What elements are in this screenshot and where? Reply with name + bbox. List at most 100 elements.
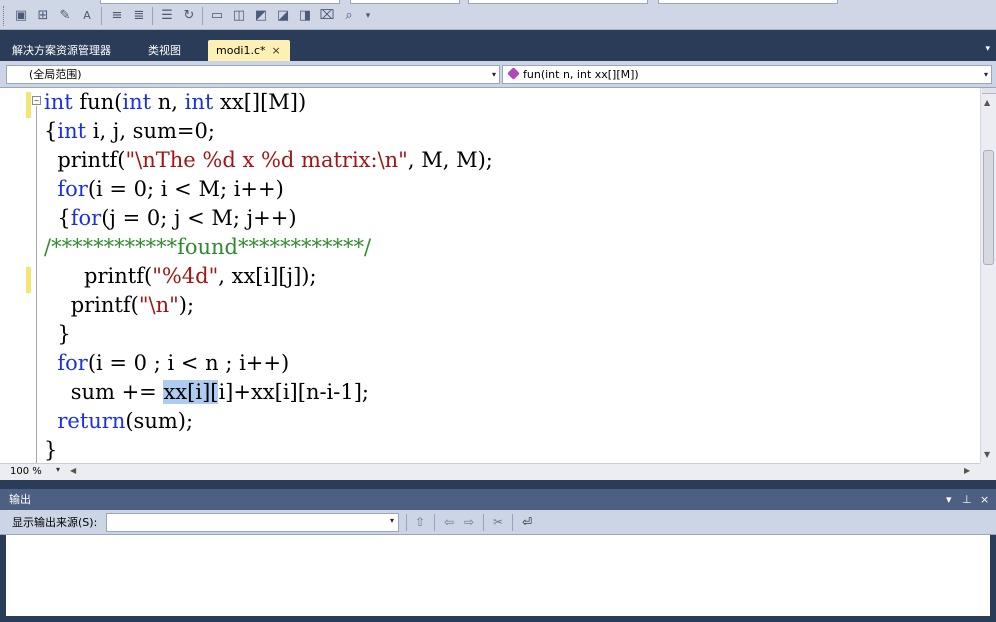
chevron-down-icon[interactable]: ▾ bbox=[492, 66, 496, 83]
prev-message-icon[interactable]: ⇦ bbox=[440, 514, 458, 531]
output-title: 输出 bbox=[9, 493, 31, 506]
clear-all-icon[interactable]: ✂ bbox=[489, 514, 507, 531]
tab-label: modi1.c* bbox=[216, 44, 266, 57]
toolbar-separator bbox=[406, 514, 407, 531]
vertical-scrollbar[interactable]: ▲ ▼ bbox=[980, 88, 996, 463]
toolbar-separator bbox=[152, 7, 153, 25]
find-symbol-icon[interactable]: ✎ bbox=[56, 7, 74, 25]
scroll-left-icon[interactable]: ◀ bbox=[70, 466, 76, 475]
keyword: for bbox=[57, 351, 88, 375]
font-size-icon[interactable]: A bbox=[78, 7, 96, 25]
close-icon[interactable]: × bbox=[272, 40, 281, 61]
toolbar-separator bbox=[434, 514, 435, 531]
document-tab-strip: 解决方案资源管理器 类视图 modi1.c* × ▾ bbox=[0, 30, 996, 61]
code-line: printf("\n"); bbox=[44, 293, 195, 317]
code-line: printf("%4d", xx[i][j]); bbox=[44, 264, 317, 288]
output-panel-header: 输出 ▾ ⊥ × bbox=[0, 489, 996, 510]
keyword: int bbox=[122, 90, 152, 114]
tab-solution-explorer[interactable]: 解决方案资源管理器 bbox=[4, 40, 119, 61]
toolbar-separator bbox=[483, 514, 484, 531]
member-combo[interactable]: fun(int n, int xx[][M]) ▾ bbox=[502, 65, 992, 84]
class-view-icon[interactable]: ⊞ bbox=[34, 7, 52, 25]
scroll-up-icon[interactable]: ▲ bbox=[984, 98, 990, 107]
find-combo[interactable] bbox=[658, 0, 838, 4]
keyword: for bbox=[70, 206, 102, 230]
prev-bookmark-icon[interactable]: ◫ bbox=[230, 7, 248, 25]
keyword: for bbox=[57, 177, 88, 201]
close-icon[interactable]: × bbox=[980, 492, 989, 507]
toolbar: ▣ ⊞ ✎ A ≡ ≣ ☰ ↻ ▭ ◫ ◩ ◪ ◨ ⌧ ⌕ ▾ bbox=[0, 0, 996, 30]
toolbar-separator bbox=[101, 7, 102, 25]
change-marker bbox=[26, 92, 31, 118]
toolbar-separator bbox=[512, 514, 513, 531]
method-icon bbox=[507, 67, 520, 80]
scroll-corner bbox=[980, 463, 996, 480]
toolbar-grip[interactable] bbox=[3, 6, 6, 26]
scope-combo[interactable]: (全局范围) ▾ bbox=[6, 65, 500, 84]
code-line: {for(j = 0; j < M; j++) bbox=[44, 206, 297, 230]
navigation-bar: (全局范围) ▾ fun(int n, int xx[][M]) ▾ bbox=[0, 61, 996, 88]
keyword: return bbox=[57, 409, 126, 433]
code-line: sum += xx[i][i]+xx[i][n-i-1]; bbox=[44, 380, 370, 404]
chevron-down-icon[interactable]: ▾ bbox=[984, 66, 988, 83]
scroll-down-icon[interactable]: ▼ bbox=[984, 450, 990, 459]
output-source-combo[interactable]: ▾ bbox=[106, 513, 399, 532]
member-value: fun(int n, int xx[][M]) bbox=[523, 68, 639, 81]
next-bookmark-icon[interactable]: ◩ bbox=[252, 7, 270, 25]
outdent-icon[interactable]: ≣ bbox=[130, 7, 148, 25]
next-bookmark-folder-icon[interactable]: ◨ bbox=[296, 7, 314, 25]
tab-class-view[interactable]: 类视图 bbox=[140, 40, 189, 61]
indent-icon[interactable]: ≡ bbox=[108, 7, 126, 25]
keyword: int bbox=[57, 119, 87, 143]
prev-bookmark-folder-icon[interactable]: ◪ bbox=[274, 7, 292, 25]
clear-bookmarks-icon[interactable]: ⌧ bbox=[318, 7, 336, 25]
change-marker bbox=[26, 267, 31, 293]
chevron-down-icon[interactable]: ▾ bbox=[56, 465, 60, 474]
keyword: int bbox=[44, 90, 73, 114]
solution-config-combo[interactable] bbox=[100, 0, 340, 4]
code-line: } bbox=[44, 438, 58, 462]
string-literal: "%4d" bbox=[152, 264, 219, 288]
scroll-right-icon[interactable]: ▶ bbox=[964, 466, 970, 475]
next-message-icon[interactable]: ⇨ bbox=[460, 514, 478, 531]
window-bottom-edge bbox=[0, 616, 996, 622]
comment-icon[interactable]: ☰ bbox=[158, 7, 176, 25]
splitter-handle[interactable] bbox=[982, 88, 996, 94]
find-in-files-icon[interactable]: ⌕ bbox=[340, 7, 358, 25]
window-position-icon[interactable]: ▾ bbox=[946, 492, 952, 507]
code-editor[interactable]: − int fun(int n, int xx[][M]) {int i, j,… bbox=[0, 88, 996, 463]
code-line: for(i = 0; i < M; i++) bbox=[57, 177, 284, 201]
zoom-level[interactable]: 100 % bbox=[10, 465, 42, 479]
code-line: {int i, j, sum=0; bbox=[44, 119, 215, 143]
string-literal: "\n" bbox=[138, 293, 179, 317]
code-line: } bbox=[44, 322, 71, 346]
keyword: int bbox=[184, 90, 214, 114]
pin-icon[interactable]: ⊥ bbox=[962, 492, 972, 507]
collapse-outline-icon[interactable]: − bbox=[32, 96, 41, 105]
toolbar-separator bbox=[202, 7, 203, 25]
tab-list-icon[interactable]: ▾ bbox=[985, 44, 990, 54]
code-line: return(sum); bbox=[57, 409, 194, 433]
tab-label: 解决方案资源管理器 bbox=[12, 44, 111, 57]
selected-text: xx[i][ bbox=[163, 380, 219, 404]
tab-modi1-c[interactable]: modi1.c* × bbox=[208, 40, 290, 61]
code-line: printf("\nThe %d x %d matrix:\n", M, M); bbox=[44, 148, 493, 172]
output-toolbar: 显示输出来源(S): ▾ ⇧ ⇦ ⇨ ✂ ⏎ bbox=[0, 510, 996, 535]
uncomment-icon[interactable]: ↻ bbox=[180, 7, 198, 25]
output-text-area[interactable] bbox=[6, 535, 990, 616]
startup-combo[interactable] bbox=[468, 0, 648, 4]
properties-icon[interactable]: ▣ bbox=[12, 7, 30, 25]
toolbar-overflow-icon[interactable]: ▾ bbox=[362, 7, 374, 25]
go-to-line-icon[interactable]: ⇧ bbox=[411, 514, 429, 531]
comment-line: /************found************/ bbox=[44, 235, 372, 259]
code-line: for(i = 0 ; i < n ; i++) bbox=[57, 351, 290, 375]
scroll-thumb[interactable] bbox=[983, 150, 994, 265]
scope-value: (全局范围) bbox=[29, 68, 82, 81]
platform-combo[interactable] bbox=[350, 0, 460, 4]
horizontal-scrollbar[interactable]: 100 % ▾ ◀ ▶ bbox=[0, 463, 980, 480]
bookmark-icon[interactable]: ▭ bbox=[208, 7, 226, 25]
chevron-down-icon[interactable]: ▾ bbox=[390, 516, 394, 525]
word-wrap-icon[interactable]: ⏎ bbox=[518, 514, 536, 531]
code-line: int fun(int n, int xx[][M]) bbox=[44, 90, 307, 114]
tab-label: 类视图 bbox=[148, 44, 181, 57]
